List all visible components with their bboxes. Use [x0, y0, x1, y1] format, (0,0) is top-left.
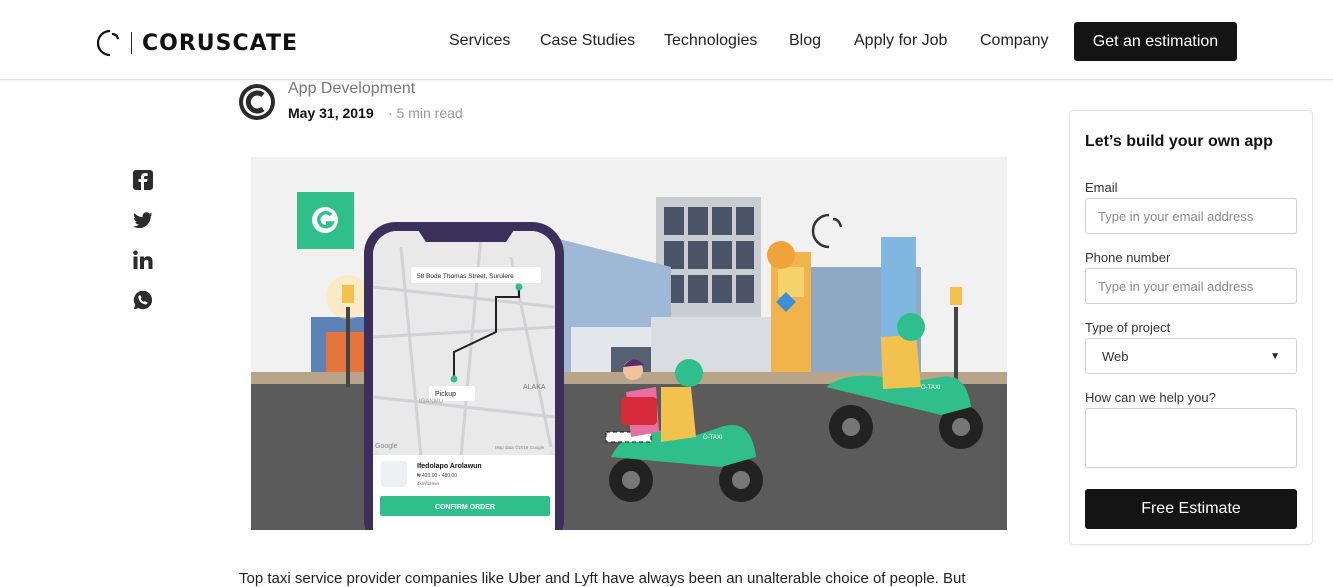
fare-range: ₦ 420.00 - 480.00 [417, 473, 457, 479]
brand-logo[interactable]: CORUSCATE [97, 28, 298, 58]
post-date: May 31, 2019 [288, 105, 374, 121]
help-label: How can we help you? [1085, 390, 1216, 405]
estimate-form-card: Let’s build your own app Email Phone num… [1069, 110, 1313, 545]
bike-label-1: O-TAXI [703, 435, 723, 441]
phone-field[interactable] [1085, 268, 1297, 304]
project-type-value: Web [1102, 348, 1129, 364]
get-estimation-button[interactable]: Get an estimation [1074, 22, 1237, 61]
chevron-down-icon: ▼ [1270, 350, 1280, 362]
nav-company[interactable]: Company [980, 32, 1048, 50]
email-label: Email [1085, 180, 1118, 195]
article-intro: Top taxi service provider companies like… [239, 570, 966, 587]
map-address: 58 Bode Thomas Street, Surulere [417, 273, 514, 280]
nav-blog[interactable]: Blog [789, 32, 821, 50]
driver-name: Ifedolapo Arolawun [417, 463, 482, 470]
map-pickup-label: Pickup [435, 391, 456, 398]
map-area-label-2: IGANMU [419, 399, 443, 405]
nav-case-studies[interactable]: Case Studies [540, 32, 635, 50]
post-read-time: · 5 min read [388, 105, 463, 121]
map-credit: Map data ©2018 Google [495, 444, 545, 450]
bike-label-2: O-TAXI [921, 385, 941, 391]
free-estimate-button[interactable]: Free Estimate [1085, 489, 1297, 529]
help-textarea[interactable] [1085, 408, 1297, 468]
trip-distance: 4km/12min [417, 481, 440, 486]
project-type-select[interactable]: Web ▼ [1085, 338, 1297, 374]
nav-technologies[interactable]: Technologies [664, 32, 757, 50]
twitter-icon[interactable] [133, 210, 153, 230]
logo-divider [131, 32, 132, 54]
map-area-label: ALAKA [523, 384, 546, 391]
facebook-icon[interactable] [133, 170, 153, 190]
linkedin-icon[interactable] [133, 250, 153, 270]
hero-scene: 58 Bode Thomas Street, Surulere Pickup A… [251, 192, 1007, 530]
phone-label: Phone number [1085, 250, 1171, 265]
form-title: Let’s build your own app [1085, 133, 1273, 150]
coruscate-sign-icon [811, 213, 830, 249]
nav-apply-for-job[interactable]: Apply for Job [854, 32, 947, 50]
email-field[interactable] [1085, 198, 1297, 234]
nav-services[interactable]: Services [449, 32, 510, 50]
whatsapp-icon[interactable] [133, 290, 153, 310]
brand-name: CORUSCATE [142, 30, 298, 56]
author-avatar [239, 84, 275, 120]
project-type-label: Type of project [1085, 320, 1171, 335]
confirm-order-label: CONFIRM ORDER [435, 504, 495, 511]
coruscate-logo-icon [97, 29, 120, 57]
map-watermark: Google [375, 443, 398, 450]
site-header: CORUSCATE Services Case Studies Technolo… [0, 0, 1333, 80]
hero-illustration: 58 Bode Thomas Street, Surulere Pickup A… [251, 157, 1007, 530]
post-category[interactable]: App Development [288, 80, 415, 98]
